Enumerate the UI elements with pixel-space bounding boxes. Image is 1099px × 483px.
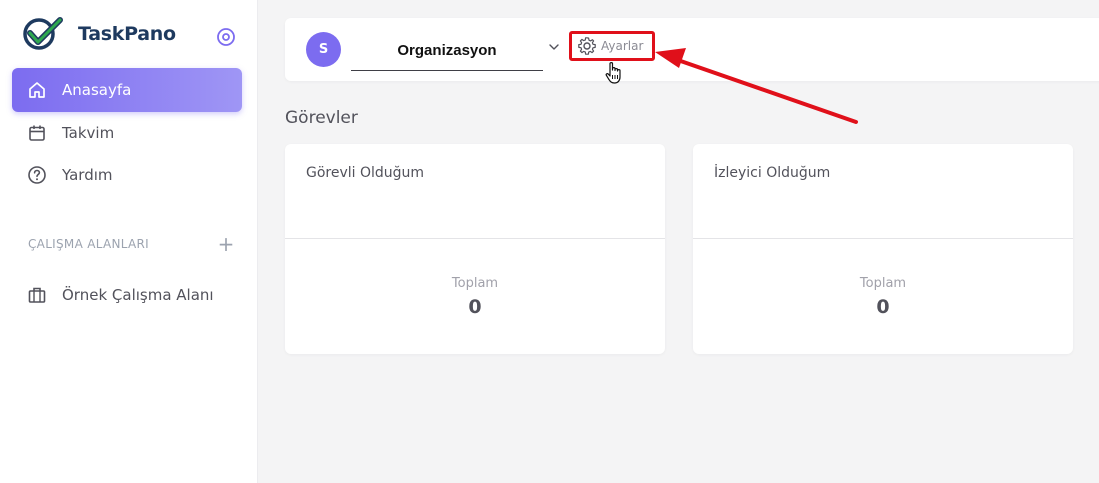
card-title: İzleyici Olduğum — [714, 165, 831, 181]
chevron-down-icon[interactable] — [547, 40, 561, 54]
sidebar-item-label: Anasayfa — [62, 81, 132, 99]
card-divider — [285, 238, 665, 239]
avatar[interactable]: S — [306, 32, 341, 67]
top-bar: S Organizasyon Ayarlar — [285, 18, 1099, 81]
sidebar-item-label: Yardım — [62, 166, 113, 184]
briefcase-icon — [26, 284, 48, 306]
brand-name: TaskPano — [78, 23, 176, 45]
sidebar-item-label: Örnek Çalışma Alanı — [62, 286, 214, 304]
checkmark-logo-icon — [23, 17, 63, 50]
sidebar-item-home[interactable]: Anasayfa — [12, 68, 242, 112]
card-total-label: Toplam — [451, 276, 499, 291]
add-workspace-button[interactable]: + — [216, 234, 236, 254]
organization-select[interactable]: Organizasyon — [351, 30, 543, 71]
target-circle-icon — [217, 28, 235, 46]
card-total-label: Toplam — [859, 276, 907, 291]
card-title: Görevli Olduğum — [306, 165, 425, 181]
help-icon — [26, 164, 48, 186]
settings-label: Ayarlar — [601, 39, 644, 53]
sidebar-item-help[interactable]: Yardım — [12, 153, 242, 197]
page-title: Görevler — [285, 108, 358, 128]
card-divider — [693, 238, 1073, 239]
card-total-value: 0 — [876, 296, 890, 318]
sidebar-item-label: Takvim — [62, 124, 115, 142]
gear-icon — [578, 37, 596, 55]
calendar-icon — [26, 122, 48, 144]
sidebar-toggle-button[interactable] — [216, 27, 236, 47]
brand-logo[interactable]: TaskPano — [22, 16, 176, 52]
sidebar: TaskPano Anasayfa Takvim Yardım ÇALIŞMA … — [0, 0, 258, 483]
sidebar-item-calendar[interactable]: Takvim — [12, 111, 242, 155]
sidebar-item-workspace[interactable]: Örnek Çalışma Alanı — [12, 273, 242, 317]
home-icon — [26, 79, 48, 101]
settings-button[interactable]: Ayarlar — [569, 31, 655, 61]
assigned-tasks-card: Görevli Olduğum Toplam 0 — [285, 144, 665, 354]
hand-pointer-icon — [605, 62, 621, 84]
workspaces-section-title: ÇALIŞMA ALANLARI — [28, 237, 150, 251]
watched-tasks-card: İzleyici Olduğum Toplam 0 — [693, 144, 1073, 354]
card-total-value: 0 — [468, 296, 482, 318]
